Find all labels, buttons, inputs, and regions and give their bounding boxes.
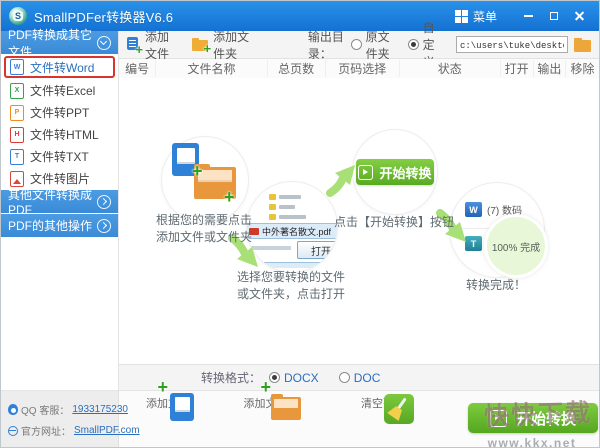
txt-file-icon: T (10, 148, 24, 165)
radio-docx[interactable]: DOCX (269, 371, 319, 385)
footer-add-file-button[interactable]: + 添加文件 (136, 378, 200, 421)
radio-selected-icon (407, 39, 419, 50)
app-window: S SmallPDFer转换器V6.6 菜单 PDF转换成其它文件 W 文件转W… (0, 0, 600, 448)
add-folder-button[interactable]: + 添加文件夹 (192, 28, 250, 62)
col-open: 打开 (501, 60, 534, 77)
step2-caption: 选择您要转换的文件 或文件夹，点击打开 (236, 270, 345, 301)
footer-add-folder-button[interactable]: + 添加文件夹 (239, 378, 303, 420)
sidebar-item-to-excel[interactable]: X 文件转Excel (1, 80, 118, 101)
ppt-file-icon: P (10, 104, 24, 121)
step4-caption: 转换完成！ (465, 278, 526, 292)
website-icon (8, 425, 18, 436)
excel-file-icon: X (10, 82, 24, 99)
image-file-icon (10, 170, 24, 187)
open-button: 打开 (297, 241, 337, 259)
qq-icon (8, 404, 18, 415)
format-label: 转换格式： (201, 371, 262, 385)
sidebar-item-to-html[interactable]: H 文件转HTML (1, 124, 118, 145)
section-label: 其他文件转换成PDF (8, 188, 93, 217)
tutorial-step1-circle: + + (161, 136, 249, 224)
window-controls (517, 6, 591, 26)
sidebar-item-label: 文件转HTML (30, 128, 99, 142)
col-number: 编号 (119, 60, 157, 77)
sidebar-item-label: 文件转Excel (30, 84, 96, 98)
maximize-icon (550, 12, 558, 20)
close-button[interactable] (569, 6, 591, 26)
sidebar-item-label: 文件转Word (30, 60, 95, 75)
progress-bubble: 100% 完成 (484, 214, 548, 278)
menu-button[interactable]: 菜单 (451, 5, 501, 28)
start-convert-demo-button: 开始转换 (356, 159, 434, 185)
chevron-right-icon (97, 218, 111, 233)
play-icon (358, 164, 374, 180)
tutorial-area: + + 根据您的需要点击 添加文件或文件夹 中外著名散文.pdf 打开 选择您要转… (119, 78, 599, 364)
qq-number-link[interactable]: 1933175230 (72, 404, 128, 415)
col-output: 输出 (534, 60, 567, 77)
html-file-icon: H (10, 126, 24, 143)
radio-icon (350, 39, 362, 50)
qq-contact-row: QQ 客服： 1933175230 (1, 402, 128, 417)
footer-clear-list-button[interactable]: 清空列表 (351, 393, 415, 424)
col-pages: 总页数 (268, 60, 326, 77)
minimize-icon (523, 15, 533, 17)
step3-caption: 点击【开始转换】按钮 (333, 215, 454, 229)
radio-original-folder[interactable]: 原文件夹 (350, 28, 396, 62)
col-remove: 移除 (570, 62, 595, 76)
col-filename: 文件名称 (156, 60, 268, 77)
qq-label: QQ 客服： (21, 406, 70, 417)
add-file-button[interactable]: + 添加文件 (127, 28, 174, 62)
toolbar: + 添加文件 + 添加文件夹 输出目录： 原文件夹 自定义 (119, 21, 599, 69)
sidebar-section-pdf-to-other[interactable]: PDF转换成其它文件 (1, 28, 118, 59)
add-file-label: 添加文件 (145, 29, 170, 61)
footer: QQ 客服： 1933175230 官方网址： SmallPDF.com + 添… (1, 378, 599, 448)
website-link[interactable]: SmallPDF.com (74, 425, 140, 436)
add-folder-icon: + (192, 38, 211, 55)
sidebar-section-pdf-other-ops[interactable]: PDF的其他操作 (1, 214, 118, 237)
output-path-input[interactable] (455, 36, 568, 53)
minimize-button[interactable] (517, 6, 539, 26)
sidebar: PDF转换成其它文件 W 文件转Word X 文件转Excel P 文件转PPT… (1, 28, 119, 447)
watermark-url: www.kkx.net (487, 436, 577, 448)
sidebar-item-label: 文件转图片 (30, 172, 91, 186)
menu-grid-icon (454, 9, 468, 23)
website-row: 官方网址： SmallPDF.com (1, 423, 140, 438)
maximize-button[interactable] (543, 6, 565, 26)
step1-caption: 根据您的需要点击 添加文件或文件夹 (155, 213, 252, 244)
word-file-icon: W (10, 59, 24, 75)
arrow-up-right-icon (326, 165, 355, 197)
sidebar-section-other-to-pdf[interactable]: 其他文件转换成PDF (1, 188, 118, 217)
chevron-right-icon (97, 194, 111, 209)
website-label: 官方网址： (21, 427, 71, 438)
section-label: PDF的其他操作 (8, 219, 93, 233)
browse-folder-button[interactable] (573, 37, 591, 52)
radio-icon (338, 372, 350, 383)
start-convert-button[interactable]: 开始转换 (468, 403, 598, 433)
window-title: SmallPDFer转换器V6.6 (34, 9, 174, 25)
chevron-down-icon (97, 35, 111, 50)
sidebar-item-to-txt[interactable]: T 文件转TXT (1, 146, 118, 167)
section-label: PDF转换成其它文件 (8, 27, 93, 59)
footer-contact-panel: QQ 客服： 1933175230 官方网址： SmallPDF.com (1, 391, 140, 447)
output-dir-label: 输出目录： (307, 29, 344, 61)
app-logo-icon: S (9, 7, 27, 25)
sidebar-item-label: 文件转TXT (30, 150, 89, 164)
sidebar-item-label: 文件转PPT (30, 106, 90, 120)
add-file-icon: + (127, 37, 143, 56)
col-status: 状态 (400, 60, 501, 77)
tutorial-step3-circle: 开始转换 (352, 129, 438, 215)
plus-icon: + (192, 161, 203, 181)
col-pagerange: 页码选择 (326, 60, 400, 77)
add-folder-label: 添加文件夹 (213, 29, 250, 61)
play-icon (489, 409, 507, 427)
file-table-header: 编号 文件名称 总页数 页码选择 状态 打开 输出 移除 (119, 59, 599, 79)
sidebar-item-to-word[interactable]: W 文件转Word (4, 56, 115, 78)
sidebar-item-to-ppt[interactable]: P 文件转PPT (1, 102, 118, 123)
plus-icon: + (224, 187, 235, 207)
menu-label: 菜单 (472, 9, 497, 24)
app-logo-letter: S (12, 11, 23, 21)
format-options-bar: 转换格式： DOCX DOC (119, 364, 599, 390)
radio-doc[interactable]: DOC (338, 371, 380, 385)
